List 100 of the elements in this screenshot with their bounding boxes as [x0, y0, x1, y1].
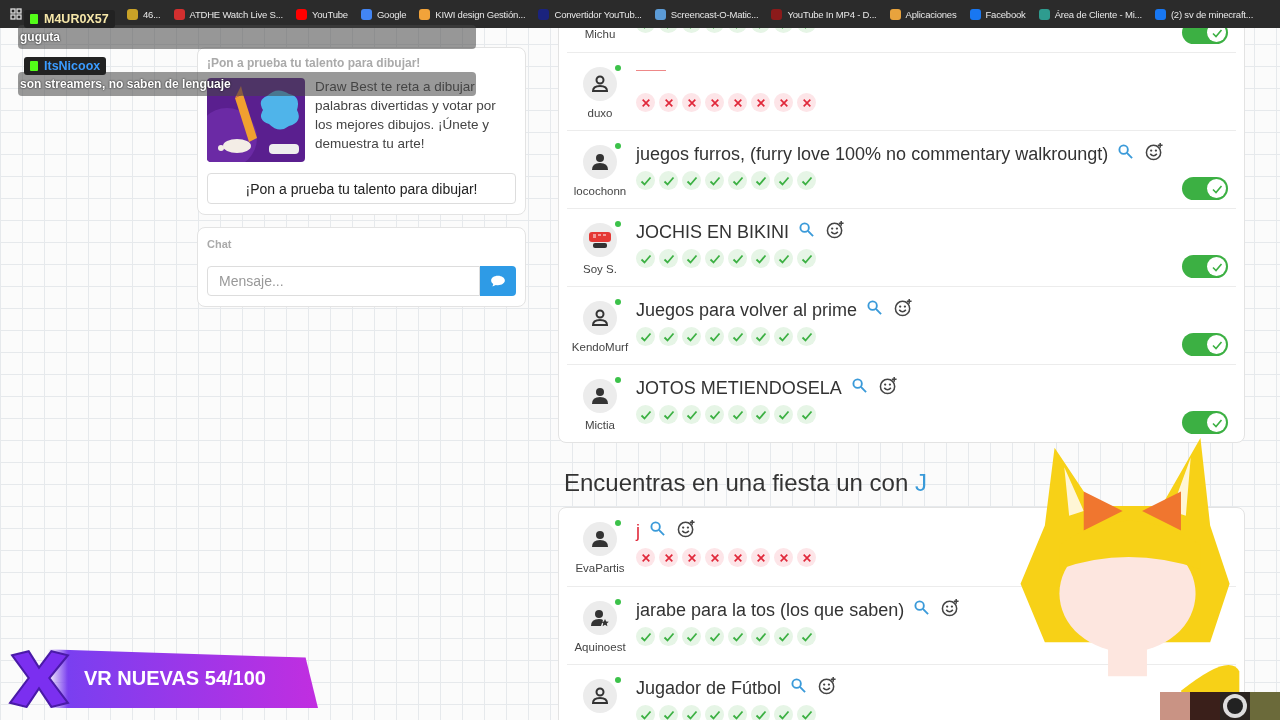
- check-mark-icon[interactable]: [636, 405, 655, 424]
- user-name: locochonn: [573, 185, 627, 197]
- check-mark-icon[interactable]: [774, 171, 793, 190]
- emoji-add-icon[interactable]: [677, 518, 696, 538]
- bookmark-link[interactable]: Aplicaciones: [889, 8, 957, 20]
- check-mark-icon[interactable]: [705, 705, 724, 720]
- check-mark-icon[interactable]: [659, 705, 678, 720]
- search-icon[interactable]: [851, 377, 867, 393]
- cross-mark-icon[interactable]: [797, 548, 816, 567]
- check-mark-icon[interactable]: [751, 627, 770, 646]
- check-mark-icon[interactable]: [636, 627, 655, 646]
- bookmark-link[interactable]: Screencast-O-Matic...: [654, 8, 759, 20]
- search-icon[interactable]: [791, 677, 807, 693]
- check-mark-icon[interactable]: [659, 405, 678, 424]
- check-mark-icon[interactable]: [797, 627, 816, 646]
- check-mark-icon[interactable]: [728, 327, 747, 346]
- check-mark-icon[interactable]: [659, 327, 678, 346]
- check-mark-icon[interactable]: [751, 327, 770, 346]
- check-mark-icon[interactable]: [774, 405, 793, 424]
- emoji-add-icon[interactable]: [1145, 141, 1165, 161]
- toggle-switch[interactable]: [1182, 177, 1228, 200]
- emoji-add-icon[interactable]: [878, 375, 898, 395]
- check-mark-icon[interactable]: [728, 249, 747, 268]
- search-icon[interactable]: [914, 599, 930, 615]
- cross-mark-icon[interactable]: [659, 548, 678, 567]
- check-mark-icon[interactable]: [728, 627, 747, 646]
- check-mark-icon[interactable]: [682, 405, 701, 424]
- bookmark-link[interactable]: YouTube: [295, 8, 348, 20]
- cross-mark-icon[interactable]: [728, 93, 747, 112]
- emoji-add-icon[interactable]: [818, 675, 838, 695]
- search-icon[interactable]: [799, 221, 815, 237]
- check-mark-icon[interactable]: [705, 171, 724, 190]
- bookmark-link[interactable]: ATDHE Watch Live S...: [173, 8, 283, 20]
- check-mark-icon[interactable]: [797, 705, 816, 720]
- check-mark-icon[interactable]: [751, 405, 770, 424]
- cross-mark-icon[interactable]: [636, 93, 655, 112]
- search-icon[interactable]: [1118, 143, 1134, 159]
- check-mark-icon[interactable]: [751, 171, 770, 190]
- check-mark-icon[interactable]: [659, 171, 678, 190]
- bookmark-link[interactable]: KIWI design Gestión...: [419, 8, 526, 20]
- toggle-switch[interactable]: [1182, 411, 1228, 434]
- check-mark-icon[interactable]: [705, 249, 724, 268]
- check-mark-icon[interactable]: [705, 627, 724, 646]
- cross-mark-icon[interactable]: [682, 548, 701, 567]
- check-mark-icon[interactable]: [797, 171, 816, 190]
- bookmark-link[interactable]: 46...: [127, 8, 161, 20]
- cross-mark-icon[interactable]: [751, 93, 770, 112]
- emoji-add-icon[interactable]: [894, 297, 914, 317]
- check-mark-icon[interactable]: [774, 249, 793, 268]
- check-mark-icon[interactable]: [705, 405, 724, 424]
- check-mark-icon[interactable]: [636, 327, 655, 346]
- check-mark-icon[interactable]: [774, 705, 793, 720]
- check-mark-icon[interactable]: [728, 705, 747, 720]
- cross-mark-icon[interactable]: [705, 93, 724, 112]
- check-mark-icon[interactable]: [659, 249, 678, 268]
- check-mark-icon[interactable]: [636, 705, 655, 720]
- cross-mark-icon[interactable]: [774, 93, 793, 112]
- check-mark-icon[interactable]: [636, 249, 655, 268]
- check-mark-icon[interactable]: [682, 627, 701, 646]
- apps-grid-icon[interactable]: [10, 8, 22, 20]
- cross-mark-icon[interactable]: [636, 548, 655, 567]
- bookmark-link[interactable]: (2) sv de minecraft...: [1154, 8, 1254, 20]
- emoji-add-icon[interactable]: [941, 597, 961, 617]
- send-button[interactable]: [480, 266, 516, 296]
- cross-mark-icon[interactable]: [728, 548, 747, 567]
- check-mark-icon[interactable]: [751, 249, 770, 268]
- check-mark-icon[interactable]: [682, 171, 701, 190]
- search-icon[interactable]: [867, 299, 883, 315]
- check-mark-icon[interactable]: [728, 171, 747, 190]
- bookmark-link[interactable]: Facebook: [969, 8, 1026, 20]
- cross-mark-icon[interactable]: [751, 548, 770, 567]
- cross-mark-icon[interactable]: [682, 93, 701, 112]
- check-mark-icon[interactable]: [705, 327, 724, 346]
- check-mark-icon[interactable]: [682, 327, 701, 346]
- check-mark-icon[interactable]: [797, 327, 816, 346]
- search-icon[interactable]: [650, 520, 665, 536]
- cross-mark-icon[interactable]: [659, 93, 678, 112]
- toggle-switch[interactable]: [1182, 255, 1228, 278]
- message-field[interactable]: Mensaje...: [207, 266, 480, 296]
- cross-mark-icon[interactable]: [774, 548, 793, 567]
- check-mark-icon[interactable]: [774, 327, 793, 346]
- cross-mark-icon[interactable]: [797, 93, 816, 112]
- bookmark-link[interactable]: YouTube In MP4 - D...: [771, 8, 877, 20]
- toggle-switch[interactable]: [1182, 333, 1228, 356]
- bookmark-link[interactable]: Google: [360, 8, 407, 20]
- check-mark-icon[interactable]: [659, 627, 678, 646]
- check-mark-icon[interactable]: [636, 171, 655, 190]
- check-mark-icon[interactable]: [728, 405, 747, 424]
- bookmark-link[interactable]: Convertidor YouTub...: [538, 8, 642, 20]
- check-mark-icon[interactable]: [797, 405, 816, 424]
- check-mark-icon[interactable]: [682, 705, 701, 720]
- check-mark-icon[interactable]: [797, 249, 816, 268]
- user-name: duxo: [587, 107, 613, 119]
- check-mark-icon[interactable]: [682, 249, 701, 268]
- check-mark-icon[interactable]: [751, 705, 770, 720]
- promo-button[interactable]: ¡Pon a prueba tu talento para dibujar!: [207, 173, 516, 204]
- cross-mark-icon[interactable]: [705, 548, 724, 567]
- check-mark-icon[interactable]: [774, 627, 793, 646]
- emoji-add-icon[interactable]: [826, 219, 846, 239]
- bookmark-link[interactable]: Área de Cliente - Mi...: [1038, 8, 1142, 20]
